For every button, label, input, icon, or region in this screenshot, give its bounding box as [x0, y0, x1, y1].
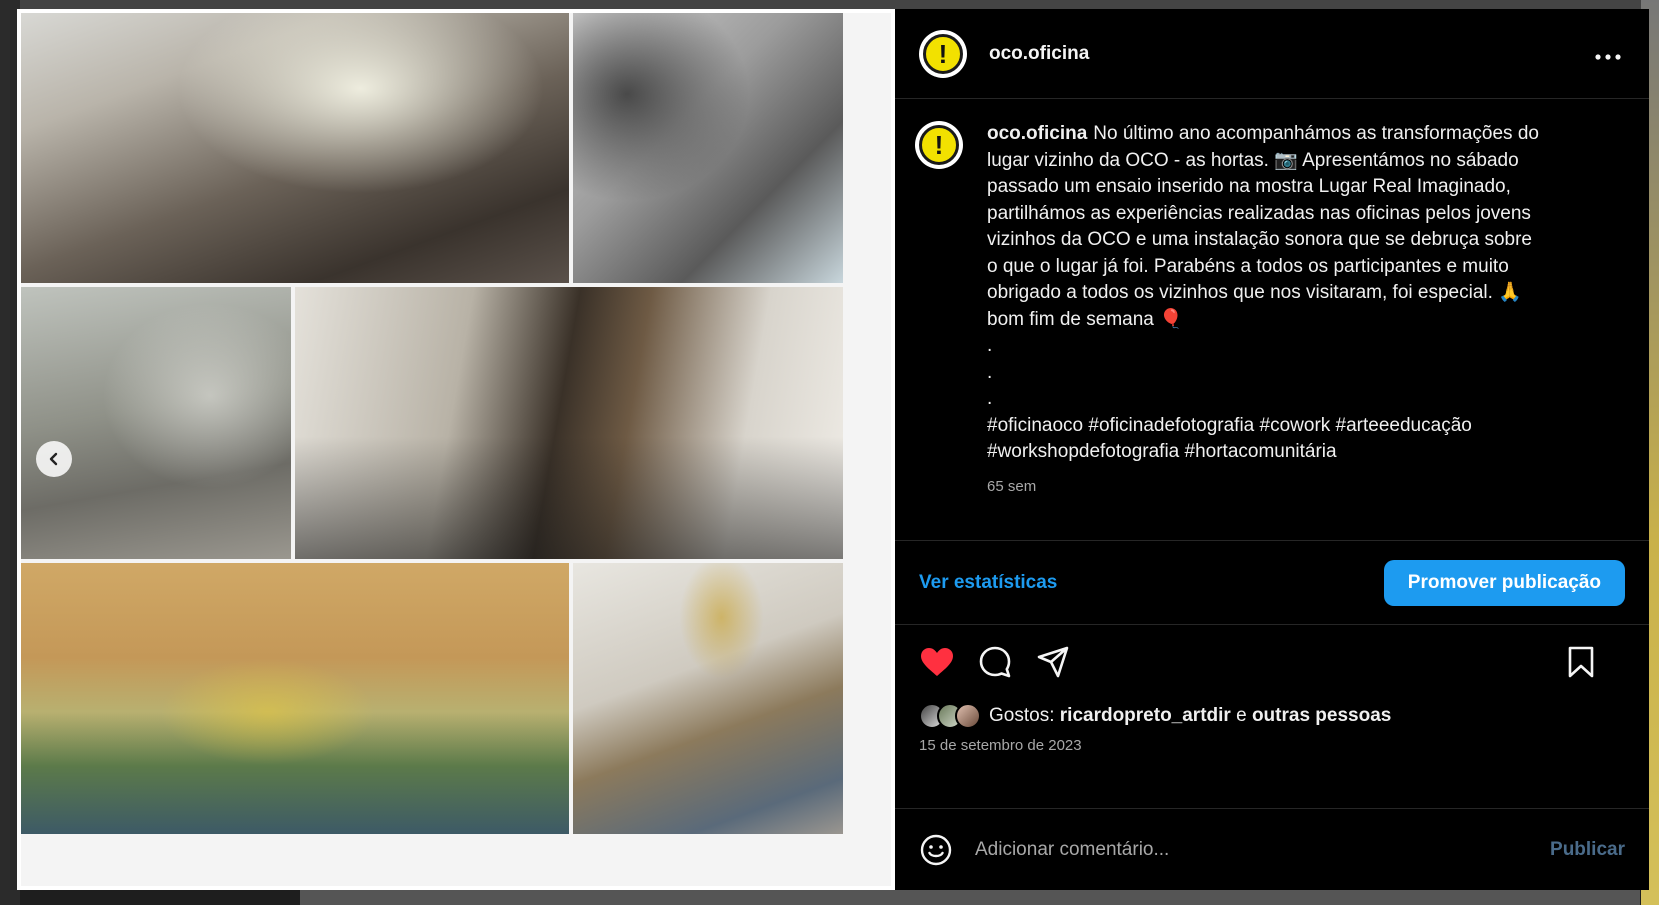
promote-post-button[interactable]: Promover publicação	[1383, 559, 1625, 606]
post-date: 15 de setembro de 2023	[919, 737, 1082, 754]
post-media[interactable]	[17, 9, 895, 890]
post-details-panel: ! oco.oficina ! oco.oficina No último ano…	[895, 9, 1649, 890]
hashtags[interactable]: #workshopdefotografia #hortacomunitária	[987, 439, 1587, 466]
photo-visitors-stairs	[295, 287, 843, 559]
comment-input[interactable]	[975, 838, 1551, 861]
caption-avatar[interactable]: !	[915, 121, 963, 169]
photo-projector	[573, 13, 843, 283]
caption-line: vizinhos da OCO e uma instalação sonora …	[987, 229, 1532, 250]
photo-child-exhibit	[573, 563, 843, 834]
view-insights-link[interactable]: Ver estatísticas	[919, 572, 1057, 594]
likes-summary[interactable]: Gostos: ricardopreto_artdir e outras pes…	[989, 705, 1391, 727]
caption-line: partilhámos as experiências realizadas n…	[987, 202, 1531, 224]
avatar	[955, 703, 981, 729]
caption-line: obrigado a todos os vizinhos que nos vis…	[987, 282, 1522, 303]
bookmark-icon[interactable]	[1563, 644, 1599, 680]
emoji-icon[interactable]	[919, 833, 953, 867]
more-horizontal-icon[interactable]	[1595, 39, 1621, 65]
other-likers[interactable]: outras pessoas	[1252, 705, 1391, 726]
caption-text: oco.oficina No último ano acompanhámos as…	[987, 121, 1587, 540]
oco-logo: !	[919, 125, 959, 165]
caption-line: .	[987, 361, 993, 383]
liker-avatars[interactable]	[919, 703, 981, 729]
heart-filled-icon[interactable]	[919, 644, 955, 680]
comment-icon[interactable]	[977, 644, 1013, 680]
chevron-left-icon	[49, 452, 58, 466]
share-icon[interactable]	[1035, 644, 1071, 680]
caption-line: bom fim de semana 🎈	[987, 308, 1183, 330]
hashtags[interactable]: #oficinaoco #oficinadefotografia #cowork…	[987, 413, 1587, 440]
avatar[interactable]: !	[919, 29, 967, 78]
post-modal: ! oco.oficina ! oco.oficina No último ano…	[17, 9, 1649, 890]
photo-workshop-crowd	[21, 13, 569, 283]
caption-username[interactable]: oco.oficina	[987, 123, 1087, 144]
carousel-prev-button[interactable]	[36, 441, 72, 477]
post-username[interactable]: oco.oficina	[989, 43, 1089, 65]
caption-line: .	[987, 388, 993, 409]
photo-workbench-gallery	[21, 563, 569, 834]
caption-line: o que o lugar já foi. Parabéns a todos o…	[987, 255, 1509, 277]
photo-visitors-room	[21, 287, 291, 559]
oco-logo: !	[923, 33, 963, 74]
publish-comment-button[interactable]: Publicar	[1550, 839, 1625, 861]
liker-username[interactable]: ricardopreto_artdir	[1060, 705, 1231, 726]
caption-line: lugar vizinho da OCO - as hortas. 📷 Apre…	[987, 149, 1519, 171]
post-header: ! oco.oficina	[895, 9, 1649, 99]
post-age: 65 sem	[987, 477, 1037, 495]
stats-row: Ver estatísticas Promover publicação	[895, 541, 1649, 625]
caption-line: .	[987, 335, 993, 356]
caption-line: passado um ensaio inserido na mostra Lug…	[987, 176, 1511, 197]
likes-row: Gostos: ricardopreto_artdir e outras pes…	[895, 699, 1649, 733]
caption-area: ! oco.oficina No último ano acompanhámos …	[895, 99, 1649, 541]
actions-row	[895, 625, 1649, 699]
comment-composer: Publicar	[895, 808, 1649, 890]
caption-line: oco.oficina No último ano acompanhámos as…	[987, 123, 1539, 144]
